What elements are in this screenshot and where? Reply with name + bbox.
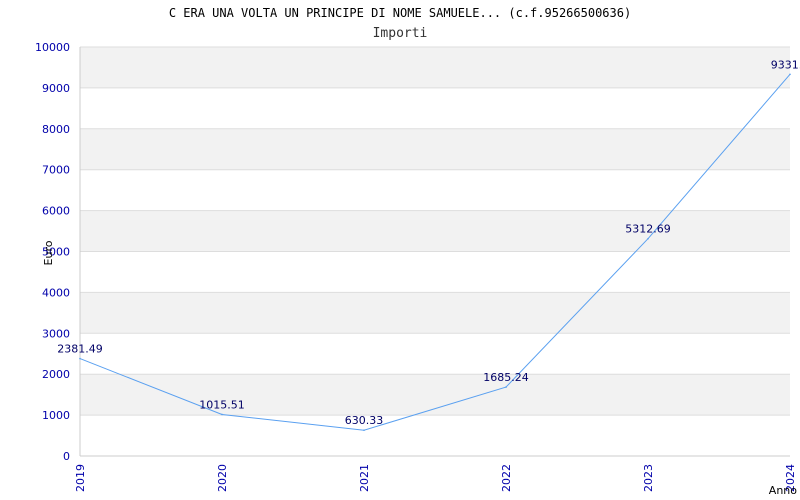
x-tick-label: 2023 <box>642 464 655 492</box>
grid-bands <box>80 47 790 416</box>
data-label: 630.33 <box>345 414 384 427</box>
y-tick-label: 7000 <box>42 164 70 177</box>
chart-subtitle: Importi <box>373 26 428 41</box>
chart-title: C ERA UNA VOLTA UN PRINCIPE DI NOME SAMU… <box>169 6 631 20</box>
data-point <box>363 429 365 432</box>
grid-band <box>80 47 790 88</box>
x-tick-label: 2022 <box>500 464 513 492</box>
y-axis-label: Euro <box>42 240 55 265</box>
data-point <box>79 357 81 360</box>
y-tick-label: 4000 <box>42 286 70 299</box>
y-tick-label: 8000 <box>42 123 70 136</box>
y-tick-label: 9000 <box>42 82 70 95</box>
grid-band <box>80 128 790 170</box>
data-point <box>647 237 649 240</box>
y-tick-label: 1000 <box>42 409 70 422</box>
data-label: 2381.49 <box>57 343 103 356</box>
x-axis-label: Anno <box>769 484 797 497</box>
y-tick-label: 6000 <box>42 205 70 218</box>
line-chart: 0100020003000400050006000700080009000100… <box>35 6 800 497</box>
x-tick-label: 2019 <box>74 464 87 492</box>
data-point <box>789 73 791 76</box>
y-tick-label: 2000 <box>42 368 70 381</box>
data-label: 9331.5 <box>771 58 800 71</box>
y-tick-label: 10000 <box>35 41 70 54</box>
grid-band <box>80 210 790 252</box>
x-tick-label: 2021 <box>358 464 371 492</box>
grid-band <box>80 292 790 334</box>
data-label: 1685.24 <box>483 371 529 384</box>
data-point <box>505 386 507 388</box>
y-tick-label: 0 <box>63 450 70 463</box>
data-label: 1015.51 <box>199 398 245 411</box>
x-tick-labels: 2019 2020 2021 2022 2023 2024 <box>74 464 797 492</box>
x-tick-label: 2020 <box>216 464 229 492</box>
data-label: 5312.69 <box>625 223 671 236</box>
data-point <box>221 413 223 416</box>
y-tick-label: 3000 <box>42 327 70 340</box>
